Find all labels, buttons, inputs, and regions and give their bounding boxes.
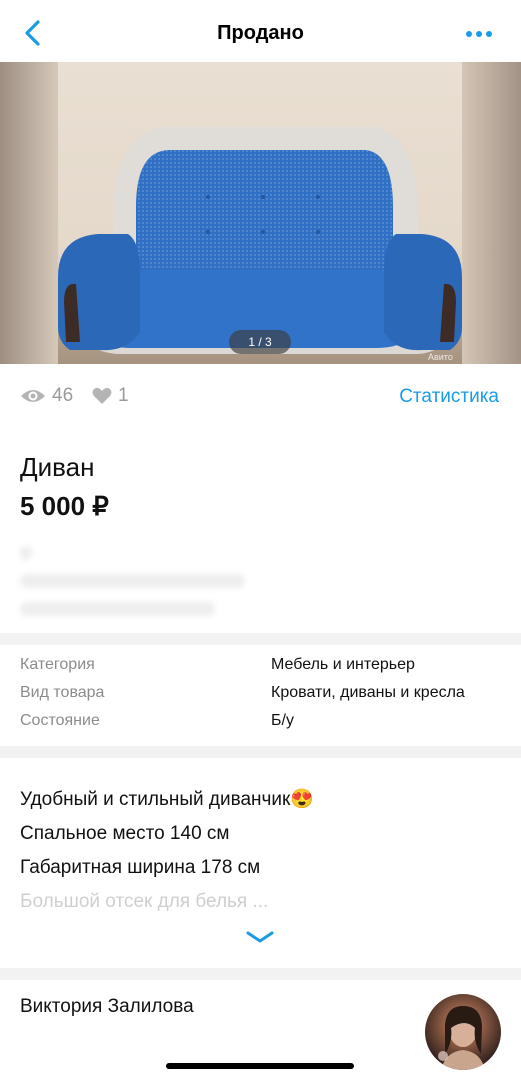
- item-price: 5 000 ₽: [20, 491, 109, 521]
- param-row: Вид товара Кровати, диваны и кресла: [0, 684, 521, 712]
- eye-icon: [21, 390, 45, 402]
- section-divider: [0, 746, 521, 758]
- sofa-photo: Авито: [58, 127, 462, 362]
- param-key: Категория: [20, 656, 95, 673]
- description-line: Удобный и стильный диванчик😍: [20, 789, 315, 810]
- item-description: Удобный и стильный диванчик😍 Спальное ме…: [20, 784, 500, 920]
- param-row: Состояние Б/у: [0, 712, 521, 740]
- stats-row: 46 1 Статистика: [0, 364, 521, 428]
- views-count: 46: [20, 385, 73, 407]
- param-row: Категория Мебель и интерьер: [0, 656, 521, 684]
- views-value: 46: [52, 385, 74, 406]
- item-parameters: Категория Мебель и интерьер Вид товара К…: [0, 645, 521, 745]
- statistics-link[interactable]: Статистика: [399, 386, 499, 408]
- param-value: Кровати, диваны и кресла: [271, 684, 465, 701]
- photo-gallery[interactable]: Авито: [0, 62, 521, 364]
- section-divider: [0, 633, 521, 645]
- description-line: Спальное место 140 см: [20, 823, 230, 844]
- description-line: Габаритная ширина 178 см: [20, 857, 261, 878]
- watermark: Авито: [428, 352, 453, 362]
- home-indicator: [166, 1063, 354, 1069]
- page-title: Продано: [217, 22, 304, 44]
- item-title: Диван: [20, 452, 95, 482]
- more-dots-icon: [466, 31, 492, 37]
- param-key: Вид товара: [20, 684, 105, 701]
- likes-count: 1: [92, 385, 129, 407]
- param-value: Б/у: [271, 712, 294, 729]
- description-line: Большой отсек для белья ...: [20, 891, 269, 912]
- heart-icon: [92, 387, 112, 404]
- chevron-down-icon: [246, 931, 274, 943]
- section-divider: [0, 968, 521, 980]
- avatar[interactable]: [425, 994, 501, 1070]
- param-key: Состояние: [20, 712, 100, 729]
- more-button[interactable]: [465, 22, 495, 42]
- top-bar: Продано: [0, 0, 521, 62]
- avatar-photo: [438, 1006, 485, 1070]
- likes-value: 1: [118, 385, 129, 406]
- blurred-content: [20, 540, 320, 625]
- photo-counter: 1 / 3: [229, 330, 291, 354]
- param-value: Мебель и интерьер: [271, 656, 415, 673]
- seller-name[interactable]: Виктория Залилова: [20, 996, 194, 1018]
- expand-description-button[interactable]: [244, 928, 276, 946]
